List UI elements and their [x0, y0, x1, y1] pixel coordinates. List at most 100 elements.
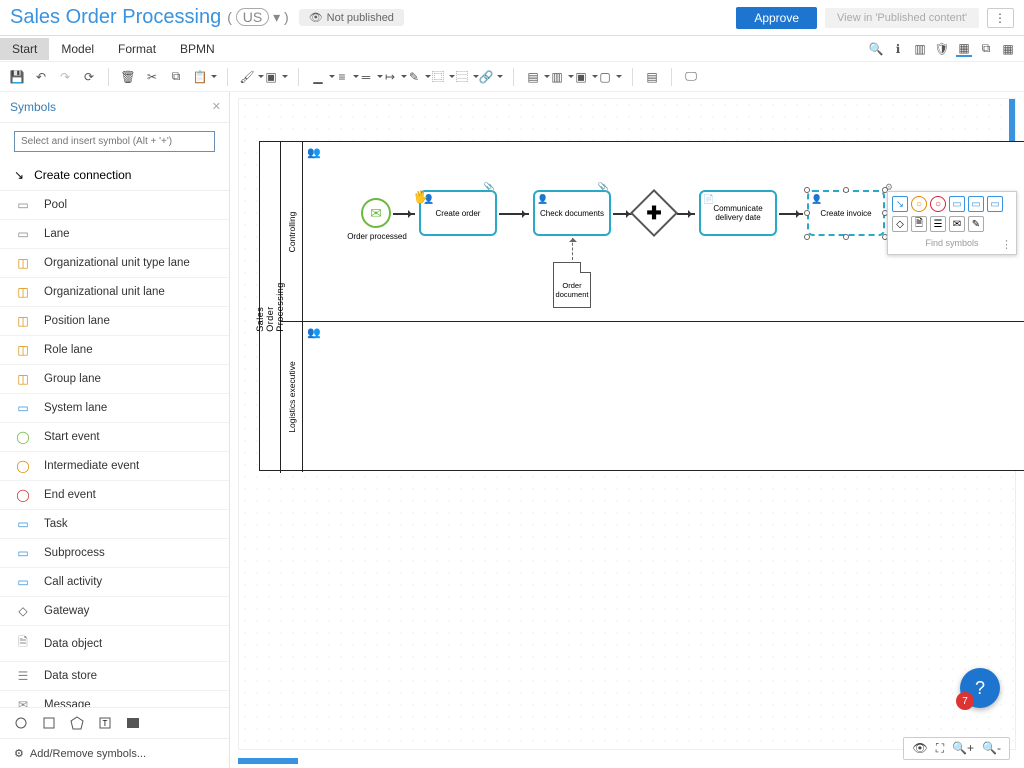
- gateway-cell[interactable]: ◇: [892, 216, 908, 232]
- layers-icon[interactable]: ⧉: [978, 41, 994, 57]
- save-icon[interactable]: 💾: [6, 66, 28, 88]
- close-icon[interactable]: ✕: [212, 100, 221, 113]
- approve-button[interactable]: Approve: [736, 7, 817, 29]
- zoom-in-icon[interactable]: 🔍+: [952, 741, 974, 756]
- symbol-search-input[interactable]: [14, 131, 215, 152]
- tab-format[interactable]: Format: [106, 38, 168, 60]
- undo-icon[interactable]: ↶: [30, 66, 52, 88]
- sequence-flow[interactable]: [677, 213, 695, 215]
- add-remove-symbols-button[interactable]: ⚙ Add/Remove symbols...: [0, 738, 229, 768]
- symbol-item[interactable]: ▭System lane: [0, 394, 229, 423]
- symbol-item[interactable]: ◫Role lane: [0, 336, 229, 365]
- locale-selector[interactable]: ( US ▾ ): [227, 9, 288, 26]
- symbol-item[interactable]: ▭Pool: [0, 191, 229, 220]
- copy-icon[interactable]: ⧉: [165, 66, 187, 88]
- parallel-gateway[interactable]: ✚: [630, 189, 678, 237]
- info-icon[interactable]: ℹ: [890, 41, 906, 57]
- symbol-item[interactable]: ◫Organizational unit type lane: [0, 249, 229, 278]
- line-color-icon[interactable]: ▁: [307, 66, 329, 88]
- text-icon[interactable]: T: [98, 716, 112, 730]
- paste-icon[interactable]: 📋: [189, 66, 211, 88]
- tab-start[interactable]: Start: [0, 38, 49, 60]
- symbol-item[interactable]: ▭Subprocess: [0, 539, 229, 568]
- ungroup-icon[interactable]: ⿳: [451, 66, 473, 88]
- tab-bpmn[interactable]: BPMN: [168, 38, 227, 60]
- list-icon[interactable]: ▤: [641, 66, 663, 88]
- distribute-icon[interactable]: ▥: [546, 66, 568, 88]
- layout-icon[interactable]: ▦: [956, 41, 972, 57]
- format-painter-icon[interactable]: 🖌: [236, 66, 258, 88]
- publish-status[interactable]: 👁 Not published: [299, 9, 404, 26]
- intermediate-event-cell[interactable]: ○: [911, 196, 927, 212]
- view-icon[interactable]: 👁: [912, 741, 927, 756]
- start-event[interactable]: ✉: [361, 198, 391, 228]
- find-symbols-label[interactable]: Find symbols ⋮: [892, 236, 1012, 250]
- align-icon[interactable]: ▤: [522, 66, 544, 88]
- symbol-item[interactable]: ▭Call activity: [0, 568, 229, 597]
- redo-icon[interactable]: ↷: [54, 66, 76, 88]
- help-fab[interactable]: ? 7: [960, 668, 1000, 708]
- task-communicate-date[interactable]: 📄 Communicate delivery date: [699, 190, 777, 236]
- task-create-invoice[interactable]: 👤 ⚙ Create invoice: [807, 190, 885, 236]
- dataobject-cell[interactable]: 🗎: [911, 216, 927, 232]
- end-event-cell[interactable]: ○: [930, 196, 946, 212]
- pentagon-icon[interactable]: [70, 716, 84, 730]
- text-ann-cell[interactable]: ✎: [968, 216, 984, 232]
- link-icon[interactable]: 🔗: [475, 66, 497, 88]
- view-published-button[interactable]: View in 'Published content': [825, 8, 979, 28]
- symbol-item[interactable]: ☰Data store: [0, 662, 229, 691]
- zoom-out-icon[interactable]: 🔍-: [982, 741, 1001, 756]
- more-menu-button[interactable]: ⋮: [987, 8, 1014, 28]
- sequence-flow[interactable]: [499, 213, 529, 215]
- circle-icon[interactable]: [14, 716, 28, 730]
- sequence-flow[interactable]: [779, 213, 803, 215]
- arrow-style-icon[interactable]: ↦: [379, 66, 401, 88]
- data-object[interactable]: Order document: [553, 262, 591, 308]
- line-weight-icon[interactable]: ═: [355, 66, 377, 88]
- symbol-item[interactable]: 🗎Data object: [0, 626, 229, 662]
- symbol-item[interactable]: ◇Gateway: [0, 597, 229, 626]
- grid-icon[interactable]: ▦: [1000, 41, 1016, 57]
- kebab-icon[interactable]: ⋮: [1001, 238, 1012, 251]
- export-icon[interactable]: 🖵: [680, 66, 702, 88]
- group-icon[interactable]: ⿴: [427, 66, 449, 88]
- symbol-item[interactable]: ▭Lane: [0, 220, 229, 249]
- connector-cell[interactable]: ↘: [892, 196, 908, 212]
- refresh-icon[interactable]: ⟳: [78, 66, 100, 88]
- create-connection-button[interactable]: ↘ Create connection: [0, 160, 229, 191]
- line-style-icon[interactable]: ≡: [331, 66, 353, 88]
- order-front-icon[interactable]: ▣: [570, 66, 592, 88]
- delete-icon[interactable]: 🗑: [117, 66, 139, 88]
- search-icon[interactable]: 🔍: [868, 41, 884, 57]
- diagram-canvas[interactable]: Sales Order Processing Controlling 👥 ✉ O…: [238, 98, 1016, 750]
- tab-model[interactable]: Model: [49, 38, 106, 60]
- fit-icon[interactable]: ⛶: [936, 741, 944, 756]
- symbol-item[interactable]: ✉Message: [0, 691, 229, 707]
- data-association[interactable]: [572, 238, 573, 260]
- subprocess-cell[interactable]: ▭: [968, 196, 984, 212]
- edit-icon[interactable]: ✎: [403, 66, 425, 88]
- task-cell[interactable]: ▭: [949, 196, 965, 212]
- message-cell[interactable]: ✉: [949, 216, 965, 232]
- symbol-icon: ▭: [14, 401, 32, 415]
- datastore-cell[interactable]: ☰: [930, 216, 946, 232]
- cut-icon[interactable]: ✂: [141, 66, 163, 88]
- symbol-item[interactable]: ◯Intermediate event: [0, 452, 229, 481]
- square-icon[interactable]: [42, 716, 56, 730]
- symbol-item[interactable]: ◫Group lane: [0, 365, 229, 394]
- symbol-item[interactable]: ◫Organizational unit lane: [0, 278, 229, 307]
- callactivity-cell[interactable]: ▭: [987, 196, 1003, 212]
- task-create-order[interactable]: 👤 📎 🖐 Create order: [419, 190, 497, 236]
- shield-icon[interactable]: 🛡: [934, 41, 950, 57]
- symbol-item[interactable]: ◯End event: [0, 481, 229, 510]
- chart-icon[interactable]: ▥: [912, 41, 928, 57]
- order-back-icon[interactable]: ▢: [594, 66, 616, 88]
- task-check-documents[interactable]: 👤 📎 Check documents: [533, 190, 611, 236]
- fill-color-icon[interactable]: ▣: [260, 66, 282, 88]
- image-icon[interactable]: [126, 716, 140, 730]
- symbol-item[interactable]: ◯Start event: [0, 423, 229, 452]
- horizontal-scrollbar[interactable]: [238, 758, 298, 764]
- symbol-item[interactable]: ▭Task: [0, 510, 229, 539]
- sequence-flow[interactable]: [393, 213, 415, 215]
- symbol-item[interactable]: ◫Position lane: [0, 307, 229, 336]
